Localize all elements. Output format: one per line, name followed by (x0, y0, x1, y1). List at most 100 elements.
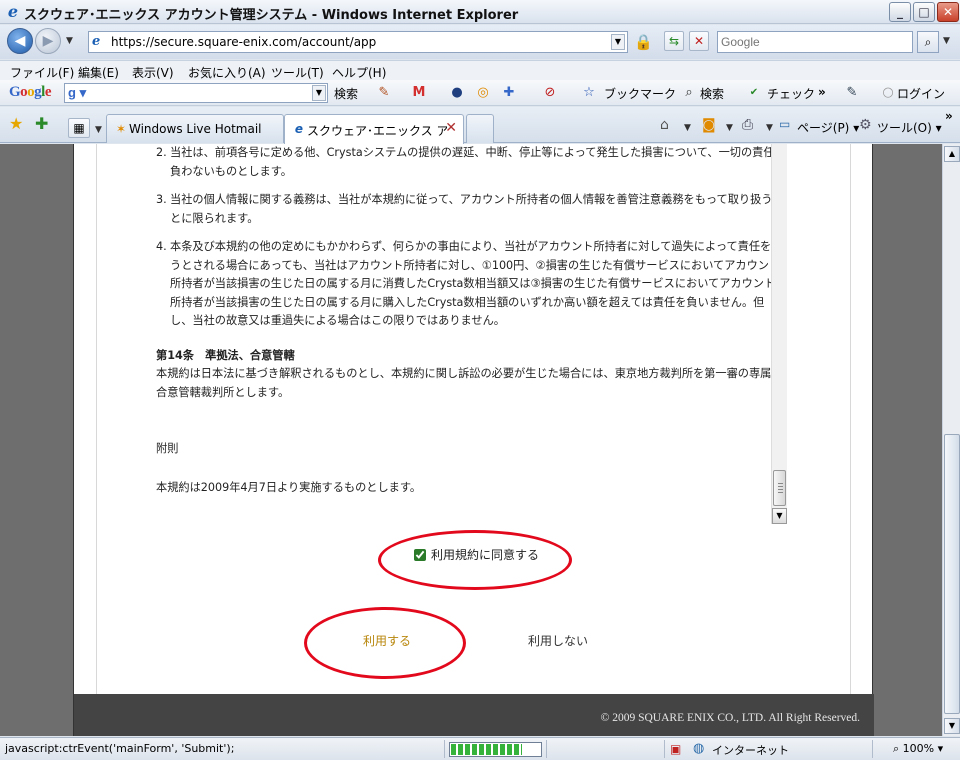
ie-page-icon: e (294, 122, 304, 136)
gmail-icon[interactable]: M (410, 84, 428, 102)
terms-item-number: 4. (156, 240, 167, 253)
not-use-button[interactable]: 利用しない (528, 632, 588, 649)
copyright-text: © 2009 SQUARE ENIX CO., LTD. All Right R… (600, 712, 860, 724)
stop-icon[interactable]: ✕ (689, 31, 709, 51)
terms-scroll-thumb[interactable] (773, 470, 786, 506)
close-tab-icon[interactable]: ✕ (445, 120, 457, 136)
scroll-up-icon[interactable]: ▲ (944, 146, 960, 162)
add-button-icon[interactable]: ✚ (500, 84, 518, 102)
page-content: 2. 当社は、前項各号に定める他、Crystaシステムの提供の遅延、中断、停止等… (73, 144, 874, 736)
tab-list-dropdown-icon[interactable]: ▼ (95, 125, 102, 135)
menu-edit[interactable]: 編集(E) (78, 64, 119, 81)
home-icon[interactable]: ⌂ (660, 117, 669, 133)
close-button[interactable]: ✕ (937, 2, 959, 22)
supplement-title: 附則 (156, 442, 179, 455)
forward-button[interactable]: ▶ (35, 28, 61, 54)
print-icon[interactable]: ⎙ (742, 117, 753, 133)
menu-tools[interactable]: ツール(T) (271, 64, 324, 81)
terms-item: 4. 本条及び本規約の他の定めにもかかわらず、何らかの事由により、当社がアカウン… (156, 238, 786, 331)
google-search-box[interactable]: g ▾ ▼ (64, 83, 328, 103)
terms-item-text: 当社は、前項各号に定める他、Crystaシステムの提供の遅延、中断、停止等によっ… (170, 146, 786, 178)
status-text: javascript:ctrEvent('mainForm', 'Submit'… (5, 742, 235, 755)
menu-bar: ファイル(F) 編集(E) 表示(V) お気に入り(A) ツール(T) ヘルプ(… (0, 60, 960, 80)
protected-mode-icon: ▣ (670, 742, 682, 756)
page-left-rule (96, 144, 97, 694)
tab-row: ★ ✚ ▦ ▼ ✶ Windows Live Hotmail e スクウェア･エ… (0, 107, 960, 144)
google-search-button[interactable]: 検索 (334, 85, 358, 102)
article-title: 第14条 準拠法、合意管轄 (156, 348, 295, 362)
window-title: スクウェア･エニックス アカウント管理システム - Windows Intern… (24, 8, 519, 23)
favorites-star-icon[interactable]: ★ (9, 114, 23, 133)
search-box[interactable] (717, 31, 913, 53)
star-bookmark-icon: ☆ (583, 85, 595, 100)
refresh-icon[interactable]: ⇆ (664, 31, 684, 51)
pagerank-icon[interactable]: ✎ (375, 84, 393, 102)
tab-hotmail[interactable]: ✶ Windows Live Hotmail (106, 114, 284, 143)
login-circle-icon: ○ (882, 85, 894, 100)
hotmail-icon: ✶ (115, 122, 127, 136)
terms-item-text: 当社の個人情報に関する義務は、当社が本規約に従って、アカウント所持者の個人情報を… (170, 193, 784, 225)
address-bar[interactable]: e https://secure.square-enix.com/account… (88, 31, 628, 53)
terms-scroll-down-icon[interactable]: ▼ (772, 508, 787, 524)
url-text: https://secure.square-enix.com/account/a… (111, 35, 377, 49)
ie-icon: e (7, 2, 19, 21)
footer-bar: © 2009 SQUARE ENIX CO., LTD. All Right R… (74, 694, 874, 736)
google-logo[interactable]: Google (9, 84, 52, 101)
internet-zone-icon: ◍ (693, 741, 705, 756)
page-menu-icon: ▭ (779, 117, 791, 131)
feeds-icon[interactable]: ◙ (702, 117, 716, 133)
minimize-button[interactable]: _ (889, 2, 911, 22)
search-input[interactable] (721, 33, 911, 51)
google-toolbar: Google g ▾ ▼ 検索 ✎ M ● ◎ ✚ ⊘ ☆ ブックマーク ⌕ 検… (0, 80, 960, 106)
globe-icon[interactable]: ● (448, 84, 466, 102)
tab-hotmail-label: Windows Live Hotmail (129, 122, 262, 136)
window-scroll-thumb[interactable] (944, 434, 960, 714)
page-menu-button[interactable]: ページ(P) ▾ (797, 119, 859, 136)
history-dropdown-icon[interactable]: ▼ (66, 36, 73, 46)
article-body: 本規約は日本法に基づき解釈されるものとし、本規約に関し訴訟の必要が生じた場合には… (156, 367, 783, 399)
address-row: ◀ ▶ ▼ e https://secure.square-enix.com/a… (0, 25, 960, 59)
commands-more-button[interactable]: » (945, 109, 953, 123)
zoom-level[interactable]: ⌕ 100% ▾ (893, 742, 943, 756)
annotation-ring-use (304, 607, 466, 679)
lock-icon[interactable]: 🔒 (634, 32, 653, 52)
feeds-dropdown-icon[interactable]: ▼ (726, 123, 733, 133)
page-viewport: 2. 当社は、前項各号に定める他、Crystaシステムの提供の遅延、中断、停止等… (0, 144, 942, 736)
check-button[interactable]: チェック (767, 85, 815, 102)
toolbar-more-button[interactable]: » (818, 85, 826, 99)
bookmarks-button[interactable]: ブックマーク (604, 85, 676, 102)
terms-item-text: 本条及び本規約の他の定めにもかかわらず、何らかの事由により、当社がアカウント所持… (170, 240, 783, 327)
supplement-body: 本規約は2009年4月7日より実施するものとします。 (156, 480, 422, 494)
picasa-icon[interactable]: ◎ (474, 84, 492, 102)
add-favorites-icon[interactable]: ✚ (35, 114, 48, 133)
terms-scrollbar[interactable]: ▼ (771, 144, 787, 524)
scroll-down-icon[interactable]: ▼ (944, 718, 960, 734)
tab-square-enix-label: スクウェア･エニックス アカウ... (307, 124, 447, 138)
terms-text-area[interactable]: 2. 当社は、前項各号に定める他、Crystaシステムの提供の遅延、中断、停止等… (156, 144, 786, 522)
home-dropdown-icon[interactable]: ▼ (684, 123, 691, 133)
print-dropdown-icon[interactable]: ▼ (766, 123, 773, 133)
toolbar-search-button[interactable]: 検索 (700, 85, 724, 102)
title-bar: e スクウェア･エニックス アカウント管理システム - Windows Inte… (0, 0, 960, 24)
address-dropdown-icon[interactable]: ▼ (611, 34, 625, 50)
progress-fill (451, 744, 523, 755)
quick-tabs-icon[interactable]: ▦ (68, 118, 90, 138)
terms-item-number: 3. (156, 193, 167, 206)
status-bar: javascript:ctrEvent('mainForm', 'Submit'… (0, 737, 960, 760)
menu-file[interactable]: ファイル(F) (10, 64, 74, 81)
menu-favorites[interactable]: お気に入り(A) (188, 64, 266, 81)
tab-square-enix[interactable]: e スクウェア･エニックス アカウ... ✕ (284, 114, 464, 144)
menu-view[interactable]: 表示(V) (132, 64, 174, 81)
back-button[interactable]: ◀ (7, 28, 33, 54)
maximize-button[interactable]: □ (913, 2, 935, 22)
login-button[interactable]: ログイン (897, 85, 945, 102)
new-tab-button[interactable] (466, 114, 494, 143)
popup-blocker-icon[interactable]: ⊘ (541, 84, 559, 102)
tools-menu-button[interactable]: ツール(O) ▾ (877, 119, 942, 136)
window-scrollbar[interactable]: ▲ ▼ (942, 144, 960, 736)
search-go-button[interactable]: ⌕ (917, 31, 939, 53)
search-options-dropdown-icon[interactable]: ▼ (943, 36, 950, 46)
menu-help[interactable]: ヘルプ(H) (332, 64, 386, 81)
wrench-icon[interactable]: ✎ (843, 84, 861, 102)
google-search-dropdown-icon[interactable]: ▼ (312, 85, 326, 101)
